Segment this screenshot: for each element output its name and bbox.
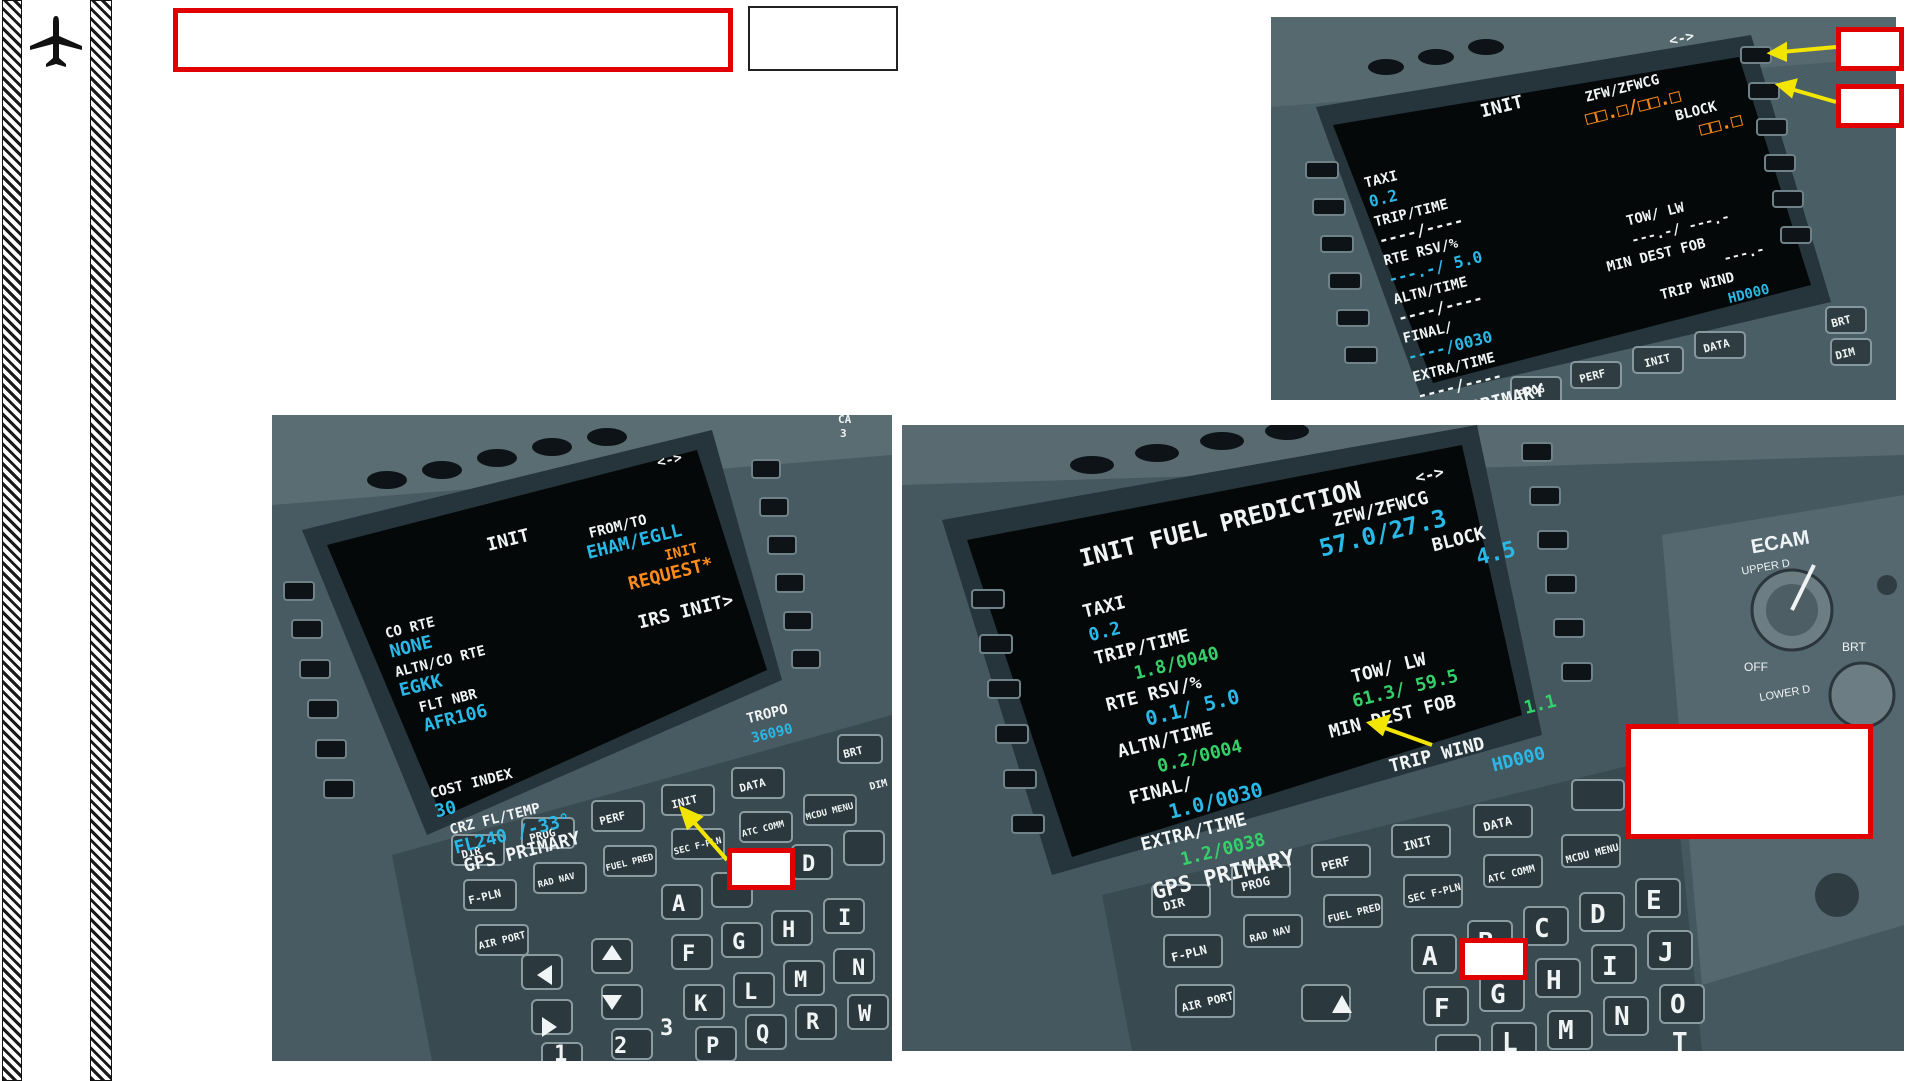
sidebar-right-stripe — [90, 0, 112, 1081]
callout-box-trip-wind — [1626, 724, 1873, 839]
key-letter-d: D — [802, 852, 815, 877]
callout-box-block — [1836, 84, 1904, 128]
key-letter-d: D — [1590, 900, 1606, 930]
key-letter-n: N — [1614, 1002, 1630, 1032]
svg-text:3: 3 — [840, 427, 847, 440]
key-letter-k: K — [694, 992, 708, 1017]
callout-box-init-key — [727, 848, 795, 890]
key-letter-a: A — [1422, 942, 1438, 972]
airplane-icon — [26, 12, 86, 72]
key-letter-h: H — [782, 918, 795, 943]
key-letter-l: L — [744, 980, 757, 1005]
key-letter-m: M — [1558, 1016, 1574, 1046]
callout-box-zfw — [1836, 27, 1904, 71]
key-letter-g: G — [732, 930, 745, 955]
svg-text:BRT: BRT — [1842, 640, 1866, 654]
sidebar-left-stripe — [2, 0, 22, 1081]
key-letter-c: C — [1534, 914, 1550, 944]
key-letter-f: F — [682, 942, 695, 967]
key-letter-t: T — [1672, 1028, 1688, 1051]
key-letter-r: R — [806, 1010, 820, 1035]
key-letter-e: E — [1646, 886, 1662, 916]
mcdu-photo-init-empty: PROG PERF INIT DATA BRT DIM INIT <-> ZFW… — [1271, 17, 1896, 400]
key-digit-1: 1 — [554, 1042, 567, 1061]
key-letter-n: N — [852, 956, 865, 981]
key-letter-i: I — [1602, 952, 1618, 982]
key-letter-p: P — [706, 1034, 719, 1059]
svg-text:CA: CA — [838, 415, 852, 426]
key-digit-2: 2 — [614, 1034, 627, 1059]
svg-text:OFF: OFF — [1744, 660, 1768, 674]
chapter-box — [748, 6, 898, 71]
key-letter-m: M — [794, 968, 807, 993]
key-letter-w: W — [858, 1002, 872, 1027]
key-letter-f: F — [1434, 994, 1450, 1024]
title-box — [173, 8, 733, 72]
key-letter-h: H — [1546, 966, 1562, 996]
key-letter-j: J — [1658, 938, 1674, 968]
mcdu-photo-init-a: DIR PROG PERF INIT DATA F-PLN RAD NAV FU… — [272, 415, 892, 1061]
key-letter-l: L — [1502, 1028, 1518, 1051]
key-letter-q: Q — [756, 1022, 769, 1047]
key-letter-o: O — [1670, 990, 1686, 1020]
callout-box-letter-key — [1460, 938, 1528, 980]
key-letter-i: I — [838, 906, 851, 931]
key-letter-g: G — [1490, 980, 1506, 1010]
key-digit-3: 3 — [660, 1016, 673, 1041]
key-letter-a: A — [672, 892, 685, 917]
